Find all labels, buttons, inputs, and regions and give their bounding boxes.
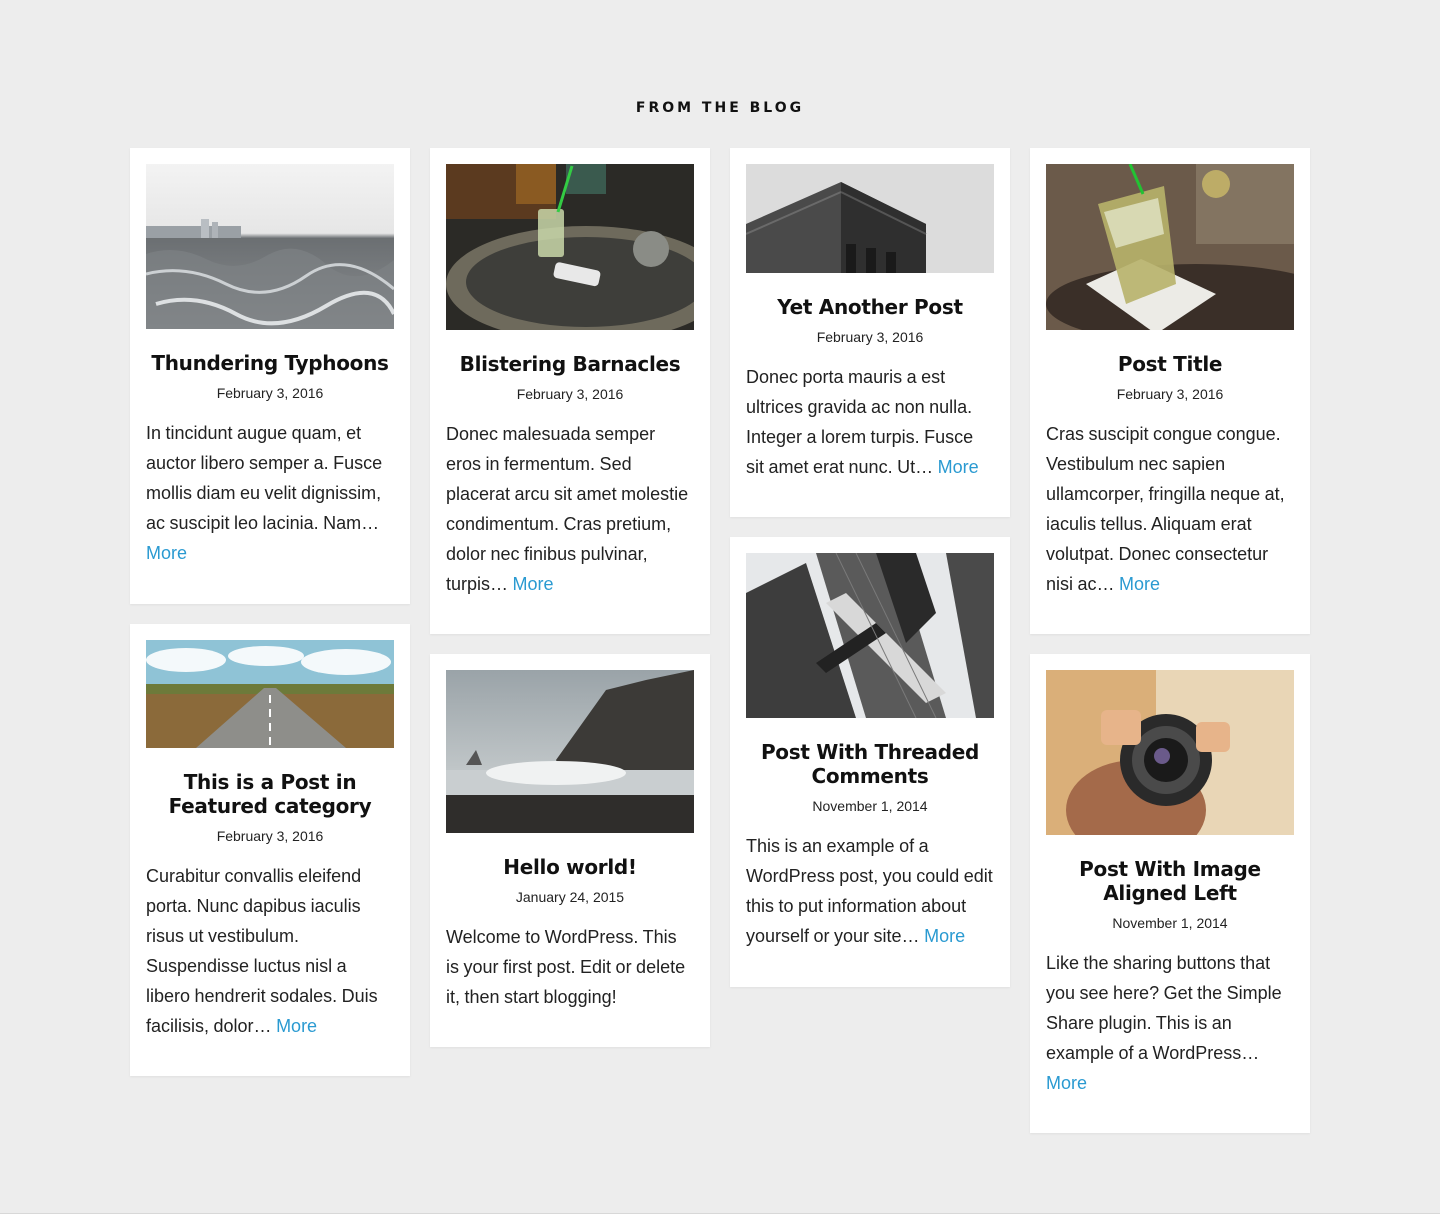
more-link[interactable]: More (513, 574, 554, 594)
more-link[interactable]: More (1046, 1073, 1087, 1093)
coast-icon[interactable] (446, 670, 694, 833)
road-icon[interactable] (146, 640, 394, 748)
drink-glass-icon[interactable] (1046, 164, 1294, 330)
post-excerpt: Like the sharing buttons that you see he… (1046, 948, 1294, 1098)
post-title[interactable]: Post With Threaded Comments (746, 740, 994, 788)
post-title[interactable]: Post With Image Aligned Left (1046, 857, 1294, 905)
post-card: Thundering Typhoons February 3, 2016 In … (130, 148, 410, 604)
excerpt-text: In tincidunt augue quam, et auctor liber… (146, 423, 383, 533)
more-link[interactable]: More (938, 457, 979, 477)
post-excerpt: In tincidunt augue quam, et auctor liber… (146, 418, 394, 568)
camera-icon[interactable] (1046, 670, 1294, 835)
post-card: Hello world! January 24, 2015 Welcome to… (430, 654, 710, 1047)
post-title[interactable]: Blistering Barnacles (446, 352, 694, 376)
post-excerpt: Donec porta mauris a est ultrices gravid… (746, 362, 994, 482)
more-link[interactable]: More (146, 543, 187, 563)
more-link[interactable]: More (276, 1016, 317, 1036)
post-date: November 1, 2014 (1112, 915, 1228, 931)
post-title[interactable]: This is a Post in Featured category (146, 770, 394, 818)
excerpt-text: Curabitur convallis eleifend porta. Nunc… (146, 866, 378, 1036)
post-card: Post With Threaded Comments November 1, … (730, 537, 1010, 987)
post-excerpt: This is an example of a WordPress post, … (746, 831, 994, 951)
post-card: This is a Post in Featured category Febr… (130, 624, 410, 1076)
post-excerpt: Welcome to WordPress. This is your first… (446, 922, 694, 1012)
excerpt-text: Donec malesuada semper eros in fermentum… (446, 424, 689, 594)
post-date: February 3, 2016 (1116, 386, 1224, 402)
post-excerpt: Curabitur convallis eleifend porta. Nunc… (146, 861, 394, 1041)
excerpt-text: Cras suscipit congue congue. Vestibulum … (1046, 424, 1285, 594)
post-card: Yet Another Post February 3, 2016 Donec … (730, 148, 1010, 517)
building-corner-icon[interactable] (746, 164, 994, 273)
skyscraper-icon[interactable] (746, 553, 994, 718)
ocean-icon[interactable] (146, 164, 394, 329)
section-title: FROM THE BLOG (635, 100, 805, 116)
post-card: Post Title February 3, 2016 Cras suscipi… (1030, 148, 1310, 634)
post-excerpt: Cras suscipit congue congue. Vestibulum … (1046, 419, 1294, 599)
post-date: February 3, 2016 (516, 386, 624, 402)
post-date: February 3, 2016 (216, 828, 324, 844)
post-card: Blistering Barnacles February 3, 2016 Do… (430, 148, 710, 634)
post-date: February 3, 2016 (216, 385, 324, 401)
cafe-table-icon[interactable] (446, 164, 694, 330)
more-link[interactable]: More (924, 926, 965, 946)
post-excerpt: Donec malesuada semper eros in fermentum… (446, 419, 694, 599)
excerpt-text: Like the sharing buttons that you see he… (1046, 953, 1282, 1063)
post-title[interactable]: Post Title (1046, 352, 1294, 376)
post-title[interactable]: Hello world! (446, 855, 694, 879)
post-date: November 1, 2014 (812, 798, 928, 814)
excerpt-text: Welcome to WordPress. This is your first… (446, 927, 686, 1007)
post-date: February 3, 2016 (816, 329, 924, 345)
post-date: January 24, 2015 (515, 889, 625, 905)
post-card: Post With Image Aligned Left November 1,… (1030, 654, 1310, 1133)
more-link[interactable]: More (1119, 574, 1160, 594)
post-title[interactable]: Yet Another Post (746, 295, 994, 319)
post-title[interactable]: Thundering Typhoons (146, 351, 394, 375)
